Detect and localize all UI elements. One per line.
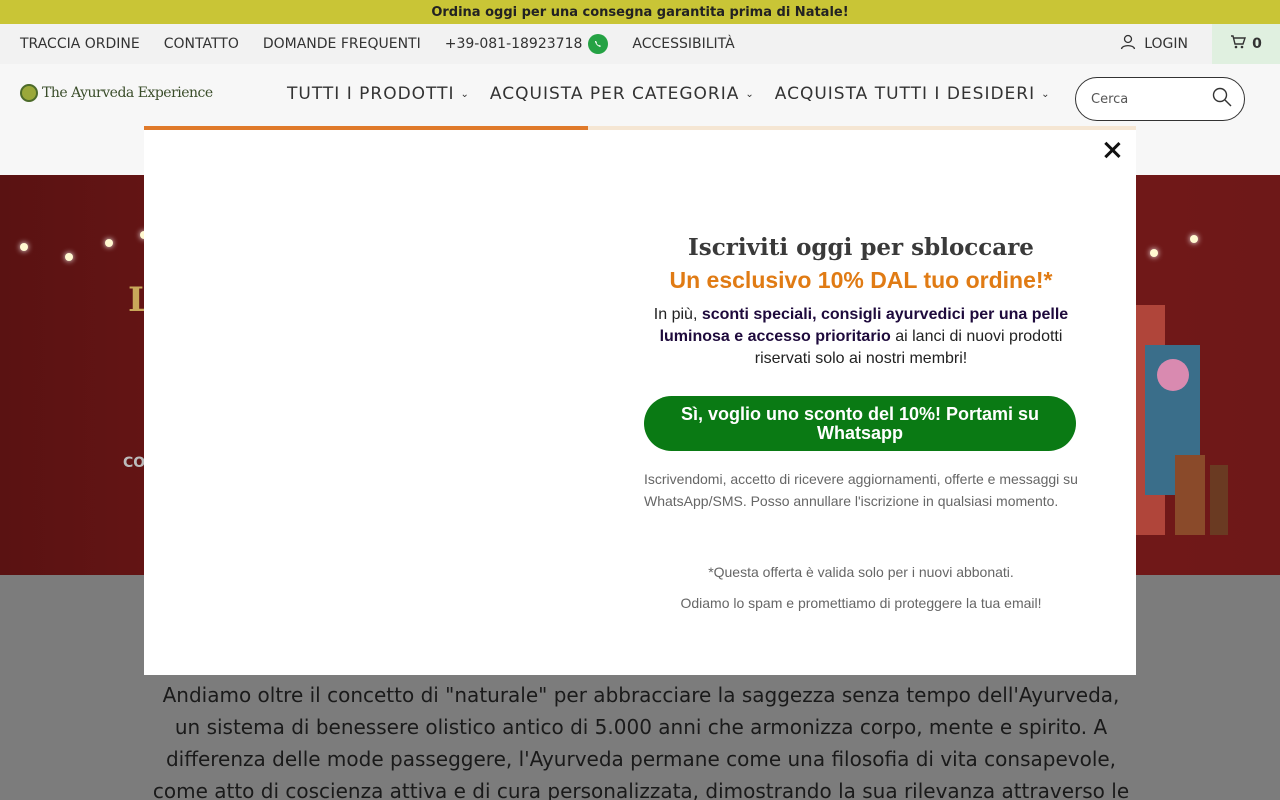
search-icon[interactable] xyxy=(1212,87,1232,111)
search-box[interactable]: Cerca xyxy=(1075,77,1245,121)
signup-popup: Iscriviti oggi per sbloccare Un esclusiv… xyxy=(144,126,1136,675)
nav-shop-all-wishes[interactable]: ACQUISTA TUTTI I DESIDERI ⌄ xyxy=(775,84,1051,104)
search-input[interactable]: Cerca xyxy=(1091,92,1128,107)
nav-shop-all-wishes-label: ACQUISTA TUTTI I DESIDERI xyxy=(774,84,1036,104)
lotus-logo-icon xyxy=(20,84,38,102)
phone-link[interactable]: +39-081-18923718 xyxy=(445,34,609,54)
popup-description: In più, sconti speciali, consigli ayurve… xyxy=(636,304,1086,370)
hero-product-image xyxy=(1135,305,1235,545)
whatsapp-discount-button[interactable]: Sì, voglio uno sconto del 10%! Portami s… xyxy=(644,396,1076,451)
popup-content: Iscriviti oggi per sbloccare Un esclusiv… xyxy=(636,234,1086,611)
cart-count: 0 xyxy=(1252,36,1262,52)
announcement-bar: Ordina oggi per una consegna garantita p… xyxy=(0,0,1280,24)
contact-link[interactable]: CONTATTO xyxy=(164,36,239,52)
consent-text: Iscrivendomi, accetto di ricevere aggior… xyxy=(644,471,1078,509)
faq-link[interactable]: DOMANDE FREQUENTI xyxy=(263,36,421,52)
nav-shop-by-category-label: ACQUISTA PER CATEGORIA xyxy=(489,84,740,104)
chevron-down-icon: ⌄ xyxy=(1041,88,1051,100)
spam-note: Odiamo lo spam e promettiamo di protegge… xyxy=(680,595,1042,611)
main-nav: TUTTI I PRODOTTI ⌄ ACQUISTA PER CATEGORI… xyxy=(287,84,1051,104)
popup-offer-headline: Un esclusivo 10% DAL tuo ordine!* xyxy=(669,267,1053,293)
announcement-text: Ordina oggi per una consegna garantita p… xyxy=(431,4,849,20)
cart-icon xyxy=(1230,35,1247,53)
offer-note: *Questa offerta è valida solo per i nuov… xyxy=(708,564,1014,580)
whatsapp-icon xyxy=(588,34,609,54)
utility-right: LOGIN 0 xyxy=(1120,24,1280,64)
nav-shop-by-category[interactable]: ACQUISTA PER CATEGORIA ⌄ xyxy=(490,84,755,104)
accessibility-link[interactable]: ACCESSIBILITÀ xyxy=(632,36,734,52)
login-label: LOGIN xyxy=(1144,36,1188,52)
login-link[interactable]: LOGIN xyxy=(1120,34,1188,54)
user-icon xyxy=(1120,34,1136,54)
site-logo[interactable]: The Ayurveda Experience xyxy=(20,84,213,102)
hero-subtitle-fragment: CO xyxy=(123,455,146,471)
nav-all-products-label: TUTTI I PRODOTTI xyxy=(287,84,455,104)
phone-number: +39-081-18923718 xyxy=(444,36,583,52)
desc-prefix: In più, xyxy=(653,306,702,323)
chevron-down-icon: ⌄ xyxy=(745,88,755,100)
nav-all-products[interactable]: TUTTI I PRODOTTI ⌄ xyxy=(287,84,470,104)
chevron-down-icon: ⌄ xyxy=(460,88,470,100)
popup-top-strip xyxy=(144,126,1136,130)
utility-bar: TRACCIA ORDINE CONTATTO DOMANDE FREQUENT… xyxy=(0,24,1280,64)
close-icon[interactable] xyxy=(1100,138,1124,162)
track-order-link[interactable]: TRACCIA ORDINE xyxy=(20,36,140,52)
popup-heading: Iscriviti oggi per sbloccare xyxy=(688,234,1034,261)
cart-button[interactable]: 0 xyxy=(1212,24,1280,64)
intro-paragraph: Andiamo oltre il concetto di "naturale" … xyxy=(152,683,1130,800)
logo-text: The Ayurveda Experience xyxy=(42,85,213,101)
